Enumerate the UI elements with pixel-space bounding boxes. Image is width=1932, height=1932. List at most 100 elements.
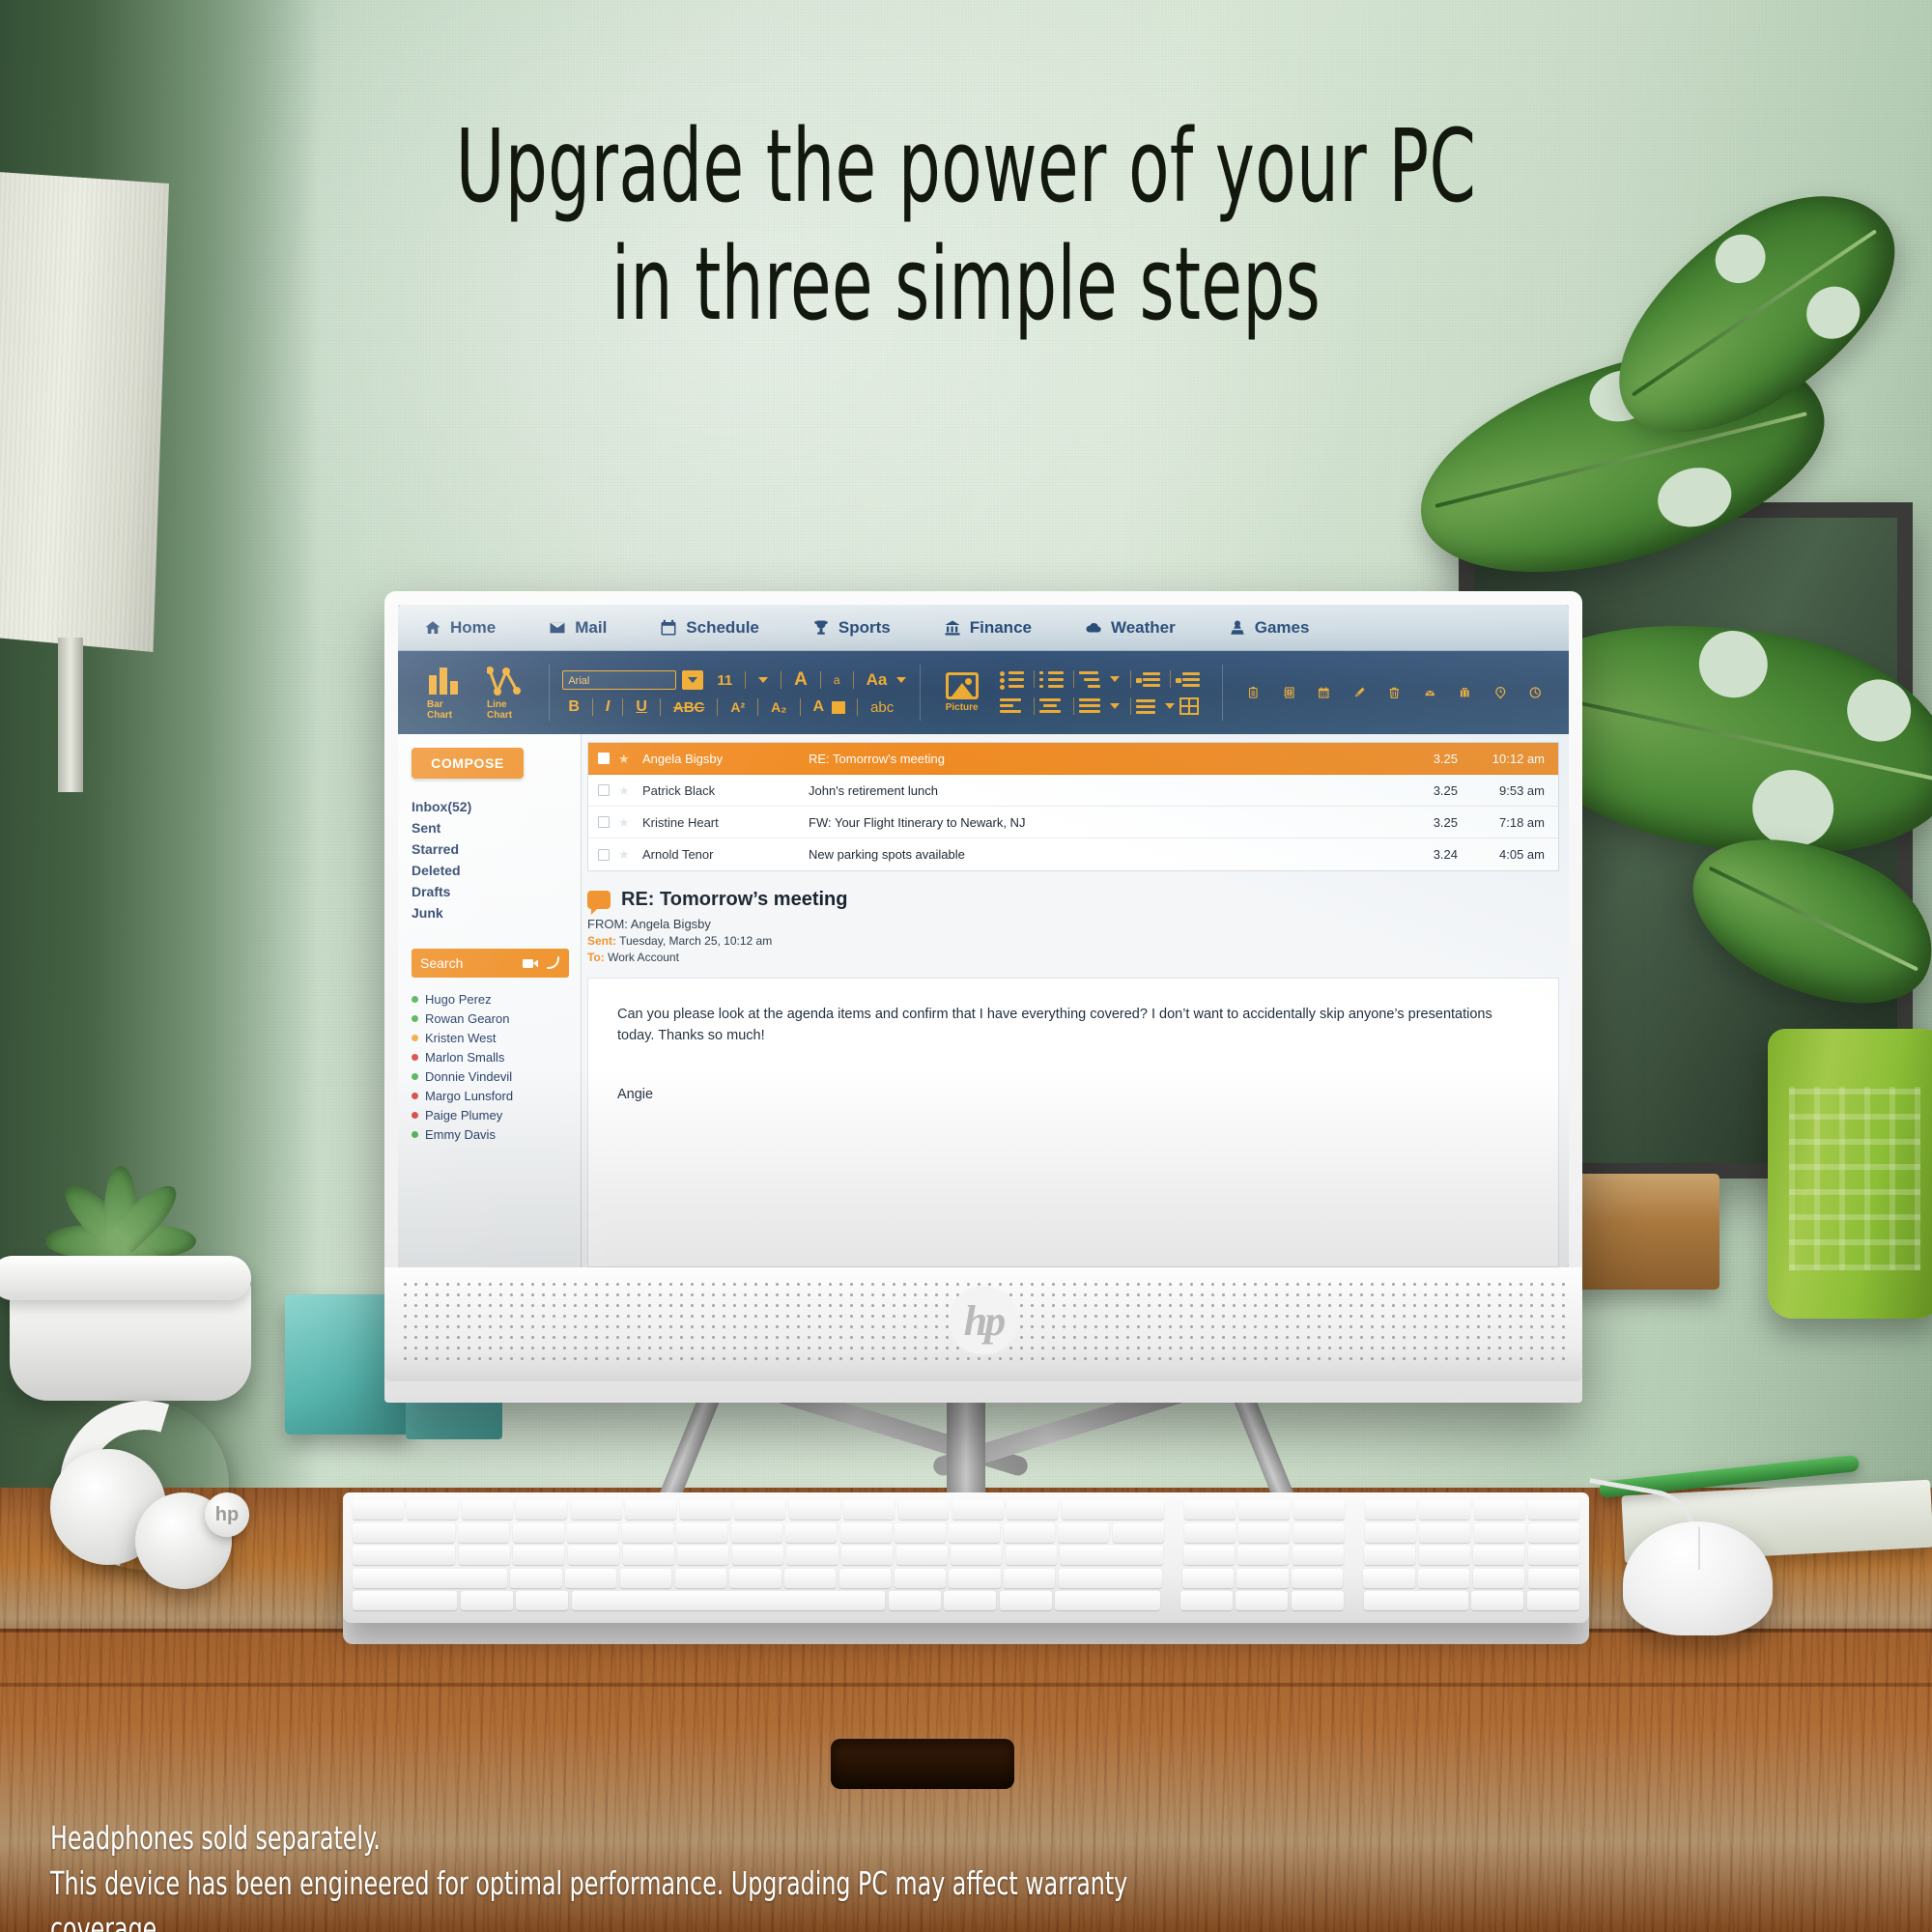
nav-item-games[interactable]: Games (1228, 618, 1337, 638)
row-checkbox[interactable] (598, 784, 610, 796)
numbered-list-icon[interactable] (1038, 669, 1065, 689)
calendar-icon[interactable] (1318, 673, 1330, 712)
decrease-indent-icon[interactable] (1135, 669, 1161, 689)
star-icon[interactable]: ★ (618, 784, 634, 797)
bold-button[interactable]: B (562, 698, 585, 716)
top-navigation-bar: Home Mail Schedule Sports Finance Weathe… (398, 605, 1569, 651)
text-format-row: B I U ABC A² A₂ A abc (562, 698, 906, 716)
line-spacing-dropdown-icon[interactable] (1164, 703, 1175, 709)
align-justify-icon[interactable] (1078, 696, 1104, 716)
clipboard-icon[interactable] (1247, 673, 1260, 712)
superscript-button[interactable]: A² (724, 699, 751, 715)
underline-button[interactable]: U (630, 698, 653, 716)
table-icon[interactable] (1179, 696, 1205, 716)
contacts-book-icon[interactable] (1283, 673, 1295, 712)
bar-chart-button[interactable]: Bar Chart (413, 666, 473, 721)
search-input[interactable]: Search (412, 949, 569, 978)
phone-icon[interactable] (547, 956, 560, 970)
video-camera-icon[interactable] (523, 957, 539, 970)
nav-label: Sports (838, 617, 891, 637)
lowercase-button[interactable]: abc (865, 699, 899, 716)
multilevel-list-dropdown-icon[interactable] (1109, 676, 1120, 682)
font-name-dropdown[interactable] (682, 670, 704, 690)
calendar-icon (661, 619, 676, 635)
row-checkbox[interactable] (598, 848, 610, 861)
clock-icon[interactable] (1529, 673, 1542, 712)
contact-item[interactable]: Emmy Davis (412, 1124, 581, 1144)
table-row[interactable]: ★ Kristine Heart FW: Your Flight Itinera… (588, 807, 1558, 838)
vase-pattern (1789, 1087, 1920, 1270)
multilevel-list-icon[interactable] (1078, 669, 1104, 689)
contact-item[interactable]: Paige Plumey (412, 1105, 581, 1124)
contact-item[interactable]: Rowan Gearon (412, 1009, 581, 1028)
folder-junk[interactable]: Junk (412, 902, 581, 923)
contact-name: Marlon Smalls (425, 1049, 505, 1065)
star-icon[interactable]: ★ (618, 816, 634, 829)
paragraph-group (999, 669, 1208, 716)
list-row (999, 669, 1208, 690)
folder-starred[interactable]: Starred (412, 838, 581, 860)
clock-pin-icon[interactable] (1494, 673, 1507, 712)
nav-label: Home (450, 617, 497, 637)
nav-item-schedule[interactable]: Schedule (659, 618, 786, 638)
line-chart-button[interactable]: Line Chart (473, 666, 535, 721)
contact-item[interactable]: Marlon Smalls (412, 1047, 581, 1066)
table-row[interactable]: ★ Patrick Black John's retirement lunch … (588, 775, 1558, 807)
keyboard-row (353, 1500, 1579, 1520)
folder-sent[interactable]: Sent (412, 817, 581, 838)
contact-name: Hugo Perez (425, 991, 492, 1007)
divider (1033, 697, 1035, 715)
align-center-icon[interactable] (1038, 696, 1065, 716)
insert-picture-button[interactable]: Picture (934, 672, 990, 713)
table-row[interactable]: ★ Angela Bigsby RE: Tomorrow's meeting 3… (588, 743, 1558, 775)
compose-button[interactable]: COMPOSE (412, 748, 524, 779)
row-checkbox[interactable] (598, 753, 610, 764)
increase-indent-icon[interactable] (1175, 669, 1201, 689)
mouse[interactable] (1623, 1521, 1773, 1635)
change-case-dropdown-icon[interactable] (896, 677, 907, 683)
bulleted-list-icon[interactable] (999, 669, 1025, 690)
font-size-value[interactable]: 11 (717, 672, 732, 689)
decrease-font-button[interactable]: a (834, 673, 840, 687)
folder-inbox[interactable]: Inbox(52) (412, 796, 581, 817)
nav-item-finance[interactable]: Finance (943, 618, 1059, 638)
screen: Home Mail Schedule Sports Finance Weathe… (398, 605, 1569, 1267)
pencil-icon[interactable] (1353, 673, 1366, 712)
message-header: RE: Tomorrow’s meeting (587, 889, 1559, 915)
keyboard[interactable] (343, 1492, 1589, 1623)
star-icon[interactable]: ★ (618, 753, 634, 765)
line-spacing-icon[interactable] (1135, 696, 1161, 716)
font-color-button[interactable]: A (808, 698, 831, 716)
strikethrough-button[interactable]: ABC (668, 699, 711, 716)
font-name-input[interactable]: Arial (562, 670, 677, 690)
folder-drafts[interactable]: Drafts (412, 881, 581, 902)
message-subject: New parking spots available (809, 847, 965, 862)
font-color-swatch[interactable] (832, 700, 846, 714)
divider (1169, 670, 1171, 688)
inbox-icon[interactable] (1424, 673, 1436, 712)
nav-item-weather[interactable]: Weather (1084, 618, 1203, 638)
subscript-button[interactable]: A₂ (765, 699, 792, 715)
line-chart-label: Line Chart (487, 698, 513, 721)
align-left-icon[interactable] (999, 696, 1025, 716)
folder-deleted[interactable]: Deleted (412, 860, 581, 881)
briefcase-icon[interactable] (1459, 673, 1471, 712)
alignment-dropdown-icon[interactable] (1109, 703, 1120, 709)
table-row[interactable]: ★ Arnold Tenor New parking spots availab… (588, 838, 1558, 870)
nav-item-sports[interactable]: Sports (811, 618, 918, 638)
contact-item[interactable]: Donnie Vindevil (412, 1066, 581, 1086)
trash-icon[interactable] (1388, 673, 1401, 712)
font-size-dropdown-icon[interactable] (758, 677, 769, 683)
contact-item[interactable]: Hugo Perez (412, 989, 581, 1009)
nav-item-mail[interactable]: Mail (548, 618, 634, 638)
row-checkbox[interactable] (598, 816, 610, 828)
star-icon[interactable]: ★ (618, 848, 634, 861)
message-body[interactable]: Can you please look at the agenda items … (587, 978, 1559, 1267)
increase-font-button[interactable]: A (794, 669, 808, 691)
contact-item[interactable]: Kristen West (412, 1028, 581, 1047)
nav-item-home[interactable]: Home (423, 618, 523, 638)
nav-label: Mail (575, 617, 608, 637)
change-case-button[interactable]: Aa (867, 670, 888, 690)
contact-item[interactable]: Margo Lunsford (412, 1086, 581, 1105)
italic-button[interactable]: I (600, 698, 615, 716)
